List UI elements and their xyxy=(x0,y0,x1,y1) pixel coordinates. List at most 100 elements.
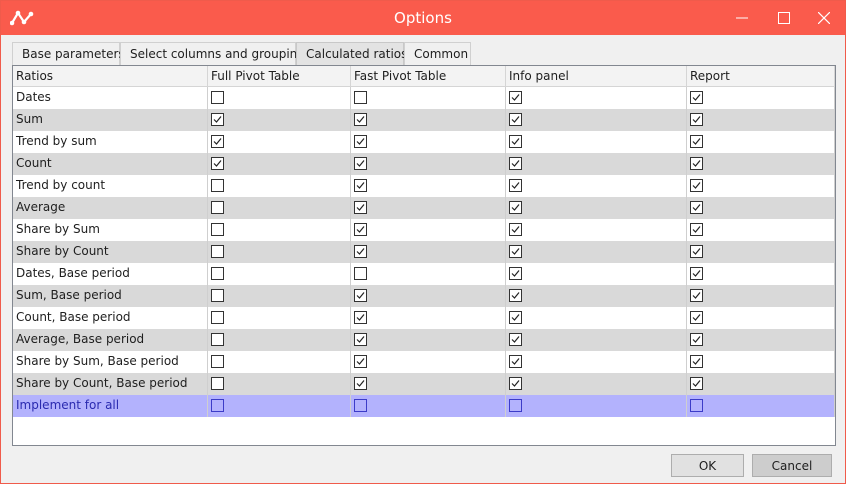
checkbox-unchecked[interactable] xyxy=(211,333,224,346)
checkbox-unchecked[interactable] xyxy=(211,311,224,324)
checkbox-unchecked[interactable] xyxy=(509,399,522,412)
checkbox-checked[interactable] xyxy=(690,113,703,126)
checkbox-checked[interactable] xyxy=(690,135,703,148)
checkbox-checked[interactable] xyxy=(354,201,367,214)
table-row[interactable]: Share by Count, Base period xyxy=(13,373,835,395)
checkbox-unchecked[interactable] xyxy=(211,201,224,214)
table-row[interactable]: Dates, Base period xyxy=(13,263,835,285)
checkbox-cell xyxy=(351,307,506,329)
checkbox-checked[interactable] xyxy=(354,377,367,390)
checkbox-checked[interactable] xyxy=(690,311,703,324)
table-row[interactable]: Average xyxy=(13,197,835,219)
checkbox-unchecked[interactable] xyxy=(211,223,224,236)
table-row[interactable]: Count xyxy=(13,153,835,175)
table-row[interactable]: Sum xyxy=(13,109,835,131)
checkbox-checked[interactable] xyxy=(509,201,522,214)
checkbox-unchecked[interactable] xyxy=(211,91,224,104)
checkbox-cell xyxy=(687,87,835,109)
checkbox-cell xyxy=(208,329,351,351)
tab-calculated-ratios[interactable]: Calculated ratios xyxy=(296,42,407,66)
checkbox-checked[interactable] xyxy=(354,135,367,148)
table-row[interactable]: Share by Sum, Base period xyxy=(13,351,835,373)
table-row[interactable]: Trend by count xyxy=(13,175,835,197)
checkbox-checked[interactable] xyxy=(690,377,703,390)
checkbox-checked[interactable] xyxy=(690,289,703,302)
checkbox-checked[interactable] xyxy=(354,113,367,126)
checkbox-checked[interactable] xyxy=(690,201,703,214)
checkbox-checked[interactable] xyxy=(354,245,367,258)
checkbox-checked[interactable] xyxy=(690,355,703,368)
column-header[interactable]: Report xyxy=(687,66,835,87)
checkbox-checked[interactable] xyxy=(690,267,703,280)
ratios-grid[interactable]: Ratios Full Pivot Table Fast Pivot Table In… xyxy=(12,65,836,446)
checkbox-cell xyxy=(687,307,835,329)
checkbox-checked[interactable] xyxy=(354,289,367,302)
checkbox-checked[interactable] xyxy=(690,333,703,346)
table-row[interactable]: Dates xyxy=(13,87,835,109)
ratio-name: Share by Count xyxy=(13,241,208,263)
checkbox-checked[interactable] xyxy=(509,179,522,192)
checkbox-checked[interactable] xyxy=(690,223,703,236)
checkbox-checked[interactable] xyxy=(509,157,522,170)
close-button[interactable] xyxy=(801,1,846,35)
checkbox-unchecked[interactable] xyxy=(690,399,703,412)
checkbox-checked[interactable] xyxy=(509,113,522,126)
checkbox-checked[interactable] xyxy=(509,245,522,258)
tab-common[interactable]: Common xyxy=(404,42,471,66)
column-header[interactable]: Full Pivot Table xyxy=(208,66,351,87)
implement-all-row[interactable]: Implement for all xyxy=(13,395,835,417)
table-row[interactable]: Average, Base period xyxy=(13,329,835,351)
table-row[interactable]: Share by Sum xyxy=(13,219,835,241)
checkbox-unchecked[interactable] xyxy=(354,267,367,280)
checkbox-checked[interactable] xyxy=(509,377,522,390)
ratio-name: Sum xyxy=(13,109,208,131)
cancel-button[interactable]: Cancel xyxy=(752,454,832,477)
tab-select-columns[interactable]: Select columns and grouping xyxy=(120,42,305,66)
checkbox-checked[interactable] xyxy=(354,223,367,236)
checkbox-checked[interactable] xyxy=(690,245,703,258)
checkbox-checked[interactable] xyxy=(211,157,224,170)
checkbox-unchecked[interactable] xyxy=(211,289,224,302)
grid-header: Ratios Full Pivot Table Fast Pivot Table In… xyxy=(13,66,835,87)
checkbox-checked[interactable] xyxy=(354,333,367,346)
checkbox-checked[interactable] xyxy=(354,179,367,192)
table-row[interactable]: Count, Base period xyxy=(13,307,835,329)
checkbox-checked[interactable] xyxy=(354,355,367,368)
table-row[interactable]: Share by Count xyxy=(13,241,835,263)
column-header[interactable]: Ratios xyxy=(13,66,208,87)
checkbox-checked[interactable] xyxy=(509,289,522,302)
checkbox-unchecked[interactable] xyxy=(211,179,224,192)
checkbox-checked[interactable] xyxy=(509,311,522,324)
checkbox-checked[interactable] xyxy=(509,135,522,148)
checkbox-checked[interactable] xyxy=(509,355,522,368)
checkbox-checked[interactable] xyxy=(354,311,367,324)
table-row[interactable]: Trend by sum xyxy=(13,131,835,153)
minimize-button[interactable] xyxy=(719,1,765,35)
checkbox-unchecked[interactable] xyxy=(354,91,367,104)
checkbox-checked[interactable] xyxy=(690,157,703,170)
checkbox-unchecked[interactable] xyxy=(211,267,224,280)
checkbox-checked[interactable] xyxy=(509,91,522,104)
checkbox-checked[interactable] xyxy=(509,223,522,236)
checkbox-checked[interactable] xyxy=(211,135,224,148)
checkbox-cell xyxy=(687,373,835,395)
checkbox-checked[interactable] xyxy=(690,179,703,192)
checkbox-checked[interactable] xyxy=(211,113,224,126)
checkbox-cell xyxy=(208,373,351,395)
checkbox-checked[interactable] xyxy=(690,91,703,104)
checkbox-checked[interactable] xyxy=(509,333,522,346)
ok-button[interactable]: OK xyxy=(671,454,744,477)
title-bar[interactable]: Options xyxy=(1,1,845,35)
checkbox-unchecked[interactable] xyxy=(211,245,224,258)
checkbox-cell xyxy=(351,285,506,307)
checkbox-unchecked[interactable] xyxy=(211,399,224,412)
table-row[interactable]: Sum, Base period xyxy=(13,285,835,307)
checkbox-unchecked[interactable] xyxy=(211,355,224,368)
tab-base-parameters[interactable]: Base parameters xyxy=(12,42,125,66)
checkbox-unchecked[interactable] xyxy=(354,399,367,412)
column-header[interactable]: Fast Pivot Table xyxy=(351,66,506,87)
checkbox-checked[interactable] xyxy=(509,267,522,280)
column-header[interactable]: Info panel xyxy=(506,66,687,87)
checkbox-checked[interactable] xyxy=(354,157,367,170)
checkbox-unchecked[interactable] xyxy=(211,377,224,390)
